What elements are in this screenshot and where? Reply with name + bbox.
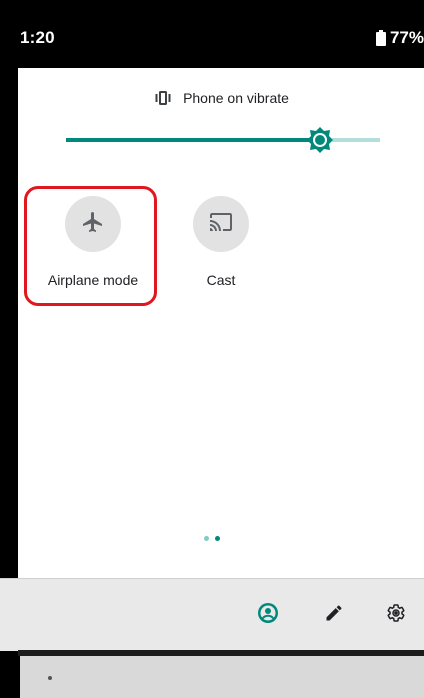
page-dot-active[interactable] (215, 536, 220, 541)
nav-dot (48, 676, 52, 680)
status-bar: 1:20 77% (0, 0, 424, 68)
background-app-strip (20, 656, 424, 698)
battery-percent: 77% (389, 28, 424, 47)
brightness-remaining (332, 138, 380, 142)
page-indicator (0, 536, 424, 541)
quick-settings-footer (0, 578, 424, 651)
battery-icon (375, 30, 386, 46)
edit-icon[interactable] (322, 601, 346, 625)
quick-settings-panel: Phone on vibrate Airplane mode Cast (18, 68, 424, 578)
cast-icon (209, 210, 233, 239)
ringer-status[interactable]: Phone on vibrate (18, 90, 424, 106)
status-right: 77% (375, 28, 424, 48)
page-dot[interactable] (204, 536, 209, 541)
status-time: 1:20 (20, 28, 55, 47)
user-icon[interactable] (256, 601, 280, 625)
tile-label: Cast (206, 272, 236, 288)
settings-icon[interactable] (384, 601, 408, 625)
brightness-fill (66, 138, 320, 142)
tile-cast[interactable]: Cast (166, 196, 276, 288)
cast-button[interactable] (193, 196, 249, 252)
ringer-label: Phone on vibrate (183, 90, 289, 106)
highlight-box (24, 186, 157, 306)
brightness-icon[interactable] (305, 125, 335, 155)
vibrate-icon (153, 90, 173, 106)
